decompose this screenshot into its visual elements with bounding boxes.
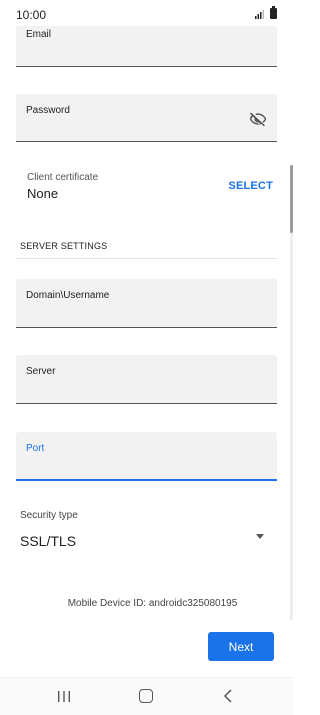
scrollbar-track[interactable] (290, 165, 293, 620)
screen: 10:00 Email Password Client certificate … (0, 0, 293, 715)
scrollbar-thumb[interactable] (290, 165, 293, 233)
battery-icon (270, 6, 277, 19)
email-label: Email (26, 29, 52, 40)
navigation-bar (0, 677, 293, 715)
port-label: Port (26, 443, 45, 454)
status-bar: 10:00 (0, 0, 293, 26)
eye-off-icon[interactable] (249, 110, 267, 128)
signal-icon (255, 10, 264, 19)
domain-username-field[interactable]: Domain\Username (16, 279, 277, 328)
section-divider (16, 258, 277, 259)
port-field[interactable]: Port (16, 432, 277, 481)
recent-apps-icon[interactable] (57, 690, 71, 703)
back-icon[interactable] (222, 689, 234, 703)
status-time: 10:00 (16, 8, 47, 22)
server-label: Server (26, 366, 56, 377)
select-certificate-button[interactable]: SELECT (228, 180, 273, 192)
email-field[interactable]: Email (16, 26, 277, 67)
client-certificate-value: None (27, 186, 59, 201)
password-field[interactable]: Password (16, 94, 277, 142)
server-field[interactable]: Server (16, 355, 277, 404)
next-button[interactable]: Next (208, 632, 274, 661)
device-id-text: Mobile Device ID: androidc325080195 (67, 598, 238, 609)
security-type-select[interactable]: SSL/TLS (20, 533, 76, 549)
security-type-label: Security type (20, 510, 78, 521)
server-settings-heading: SERVER SETTINGS (20, 241, 108, 251)
home-icon[interactable] (139, 689, 153, 703)
domain-username-label: Domain\Username (26, 290, 110, 301)
client-certificate-label: Client certificate (27, 172, 99, 183)
password-label: Password (26, 105, 70, 116)
dropdown-arrow-icon[interactable] (256, 534, 264, 539)
